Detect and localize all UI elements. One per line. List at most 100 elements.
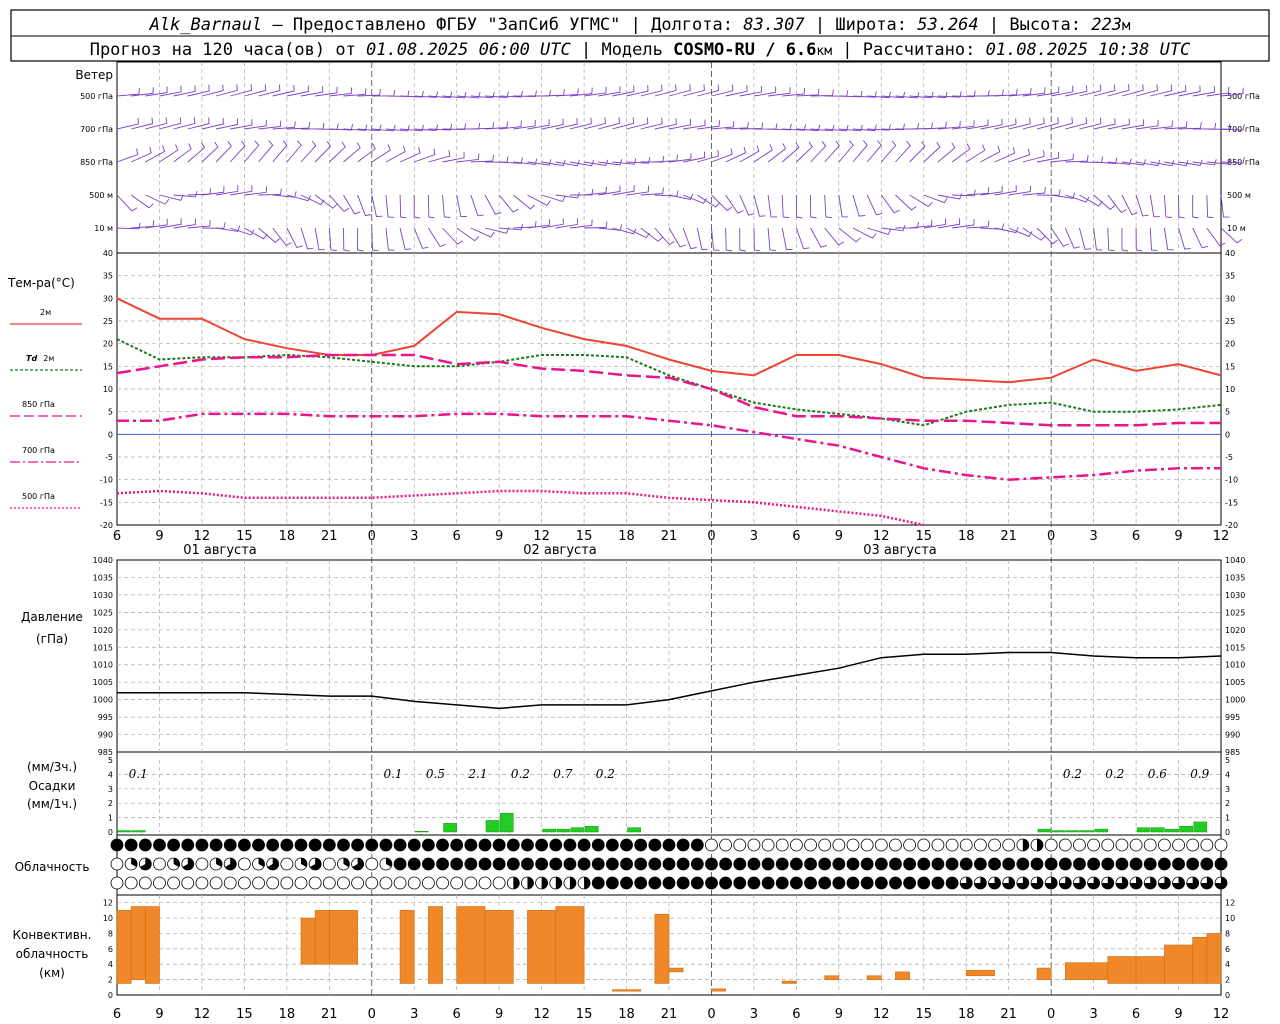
wind-barb bbox=[966, 220, 990, 229]
cloud-icon bbox=[252, 857, 265, 871]
conv-xtick-23: 3 bbox=[1089, 1007, 1097, 1022]
wind-barb bbox=[258, 84, 281, 97]
cloud-icon bbox=[506, 838, 520, 852]
cloud-icon bbox=[181, 876, 195, 890]
cloud-icon-fill bbox=[677, 858, 690, 870]
cloud-icon bbox=[280, 857, 294, 871]
cloud-icon bbox=[804, 876, 817, 890]
wind-barb bbox=[626, 117, 649, 130]
wind-barb bbox=[598, 117, 620, 130]
wind-barb bbox=[230, 84, 252, 97]
wind-barb bbox=[711, 84, 734, 97]
wind-barb bbox=[1051, 117, 1073, 130]
cloud-icon bbox=[294, 838, 308, 852]
cloud-icon bbox=[889, 876, 902, 890]
cloud-icon bbox=[351, 857, 365, 871]
cloud-icon bbox=[492, 838, 506, 852]
conv-bar-16 bbox=[781, 980, 797, 984]
cloud-icon bbox=[506, 857, 520, 871]
cloud-icon-fill bbox=[181, 839, 194, 851]
wind-barb bbox=[1107, 84, 1130, 97]
pres-ytick-left-1: 1035 bbox=[93, 573, 113, 582]
cloud-icon bbox=[322, 857, 336, 871]
wind-barbs bbox=[116, 62, 1245, 253]
wind-barb bbox=[201, 141, 219, 163]
precip-3h-label-3: 2.1 bbox=[467, 767, 487, 781]
wind-barb bbox=[1064, 227, 1081, 249]
cloud-icon bbox=[874, 876, 888, 890]
cloud-icon bbox=[988, 876, 1001, 890]
cloud-icon bbox=[110, 876, 124, 890]
cloud-icon-fill bbox=[549, 858, 562, 870]
cloud-icon-fill bbox=[776, 877, 789, 889]
temp-ytick-left-1: 35 bbox=[103, 272, 113, 281]
cloud-icon bbox=[407, 857, 421, 871]
wind-barb bbox=[880, 140, 897, 163]
precip-3h-label-8: 0.2 bbox=[1105, 767, 1124, 781]
wind-barb bbox=[654, 190, 679, 197]
cloud-icon-outline bbox=[818, 838, 832, 852]
temp-ytick-right-0: 40 bbox=[1225, 249, 1235, 258]
pres-ytick-right-3: 1025 bbox=[1225, 608, 1245, 617]
prec-ytick-right-3: 2 bbox=[1225, 799, 1230, 808]
conv-ytick-left-0: 12 bbox=[103, 899, 113, 908]
cloud-icon bbox=[1129, 857, 1143, 871]
conv-bar-9 bbox=[484, 910, 514, 984]
wind-barb bbox=[952, 218, 975, 229]
prec-ytick-left-2: 3 bbox=[108, 785, 113, 794]
pres-ytick-left-5: 1015 bbox=[93, 643, 113, 652]
cloud-icon-fill bbox=[663, 858, 675, 870]
cloud-icon-sector bbox=[1037, 839, 1043, 851]
temp-xtick-25: 9 bbox=[1174, 529, 1182, 544]
wind-barb bbox=[244, 227, 268, 240]
cloud-icon bbox=[337, 838, 350, 852]
wind-barb bbox=[781, 227, 793, 251]
cloud-icon-outline bbox=[1073, 838, 1086, 852]
conv-xtick-17: 9 bbox=[835, 1007, 843, 1022]
wind-barb bbox=[838, 140, 854, 163]
cloud-icon bbox=[1129, 876, 1143, 890]
cloud-icon bbox=[450, 876, 464, 890]
wind-barb bbox=[173, 117, 196, 130]
conv-xtick-8: 6 bbox=[453, 1007, 461, 1022]
wind-barb bbox=[187, 84, 210, 97]
conv-bar-4 bbox=[314, 910, 330, 965]
cloud-icon bbox=[535, 838, 549, 852]
cloud-icon bbox=[337, 876, 350, 890]
cloud-icon bbox=[846, 876, 860, 890]
cloud-icon bbox=[591, 838, 605, 852]
cloud-icon bbox=[365, 876, 379, 890]
temp-xtick-1: 9 bbox=[155, 529, 163, 544]
cloud-icon-fill bbox=[804, 858, 817, 870]
temp-ytick-left-8: 0 bbox=[108, 430, 113, 439]
cloud-icon-fill bbox=[1215, 858, 1227, 870]
cloud-icon-outline bbox=[237, 857, 251, 871]
prec-ytick-right-4: 1 bbox=[1225, 814, 1230, 823]
cloud-icon bbox=[110, 857, 124, 871]
wind-barb bbox=[173, 190, 198, 198]
cloud-icon bbox=[365, 838, 379, 852]
cloud-icon bbox=[1016, 876, 1030, 890]
wind-barb bbox=[329, 87, 353, 97]
cloud-icon-fill bbox=[493, 839, 506, 851]
cloud-icon-fill bbox=[719, 877, 732, 889]
cloud-icon-fill bbox=[719, 858, 732, 870]
cloud-icon bbox=[889, 838, 902, 852]
cloud-icon bbox=[1186, 876, 1200, 890]
temperature-lines: 6 9 12 15 18 21 0 3 6 9 12 15 18 21 0 3 6 9 12 15 18 21 0 3 6 9 12 bbox=[113, 297, 1229, 544]
conv-ytick-right-1: 10 bbox=[1225, 914, 1235, 923]
wind-barb bbox=[1164, 121, 1188, 130]
cloud-icon bbox=[1200, 838, 1214, 852]
wind-barb bbox=[668, 84, 691, 97]
wind-barb bbox=[1107, 118, 1130, 130]
temp-ytick-right-1: 35 bbox=[1225, 272, 1235, 281]
temp-ytick-left-5: 15 bbox=[103, 362, 113, 371]
wind-barb bbox=[399, 227, 412, 250]
wind-barb bbox=[159, 218, 182, 229]
cloud-icon bbox=[1143, 857, 1157, 871]
wind-barb bbox=[767, 227, 776, 251]
cloud-icon bbox=[365, 857, 379, 871]
wind-barb bbox=[584, 86, 607, 97]
cloud-icon-fill bbox=[295, 839, 307, 851]
cloud-icon-outline bbox=[308, 876, 322, 890]
